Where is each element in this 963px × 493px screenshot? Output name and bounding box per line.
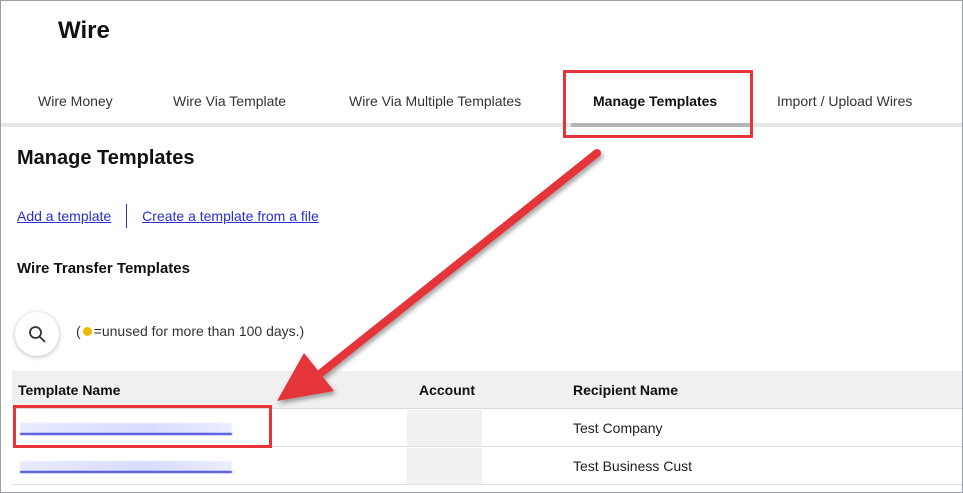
legend-text: =unused for more than 100 days.): [93, 323, 305, 339]
legend-prefix: (: [76, 323, 81, 339]
table-row: Test Business Cust: [12, 447, 962, 485]
template-actions: Add a template Create a template from a …: [17, 204, 319, 228]
column-header-recipient-name[interactable]: Recipient Name: [573, 382, 678, 398]
search-icon: [29, 326, 46, 343]
column-header-account[interactable]: Account: [419, 382, 475, 398]
create-template-from-file-link[interactable]: Create a template from a file: [142, 208, 319, 224]
link-divider: [126, 204, 128, 228]
recipient-cell: Test Business Cust: [573, 458, 693, 474]
tab-wire-via-template[interactable]: Wire Via Template: [173, 93, 286, 109]
template-name-link[interactable]: [20, 461, 232, 473]
recipient-cell: Test Company: [573, 420, 663, 436]
tab-highlight-box: [563, 70, 753, 138]
tab-import-upload-wires[interactable]: Import / Upload Wires: [777, 93, 912, 109]
table-header: Template Name Account Recipient Name: [12, 371, 962, 409]
row-highlight-box: [13, 405, 272, 448]
app-window: Wire Wire Money Wire Via Template Wire V…: [0, 0, 963, 493]
tab-wire-money[interactable]: Wire Money: [38, 93, 113, 109]
section-title: Wire Transfer Templates: [17, 260, 190, 277]
search-button[interactable]: [15, 312, 59, 356]
unused-legend: ( =unused for more than 100 days.): [76, 323, 304, 339]
page-title: Manage Templates: [17, 147, 195, 169]
account-cell: [407, 410, 482, 446]
account-cell: [407, 448, 482, 484]
unused-dot-icon: [82, 326, 92, 336]
tab-bar: Wire Money Wire Via Template Wire Via Mu…: [1, 85, 962, 127]
tab-wire-via-multiple-templates[interactable]: Wire Via Multiple Templates: [349, 93, 521, 109]
add-template-link[interactable]: Add a template: [17, 208, 111, 224]
app-title: Wire: [58, 17, 110, 44]
column-header-template-name[interactable]: Template Name: [18, 382, 120, 398]
